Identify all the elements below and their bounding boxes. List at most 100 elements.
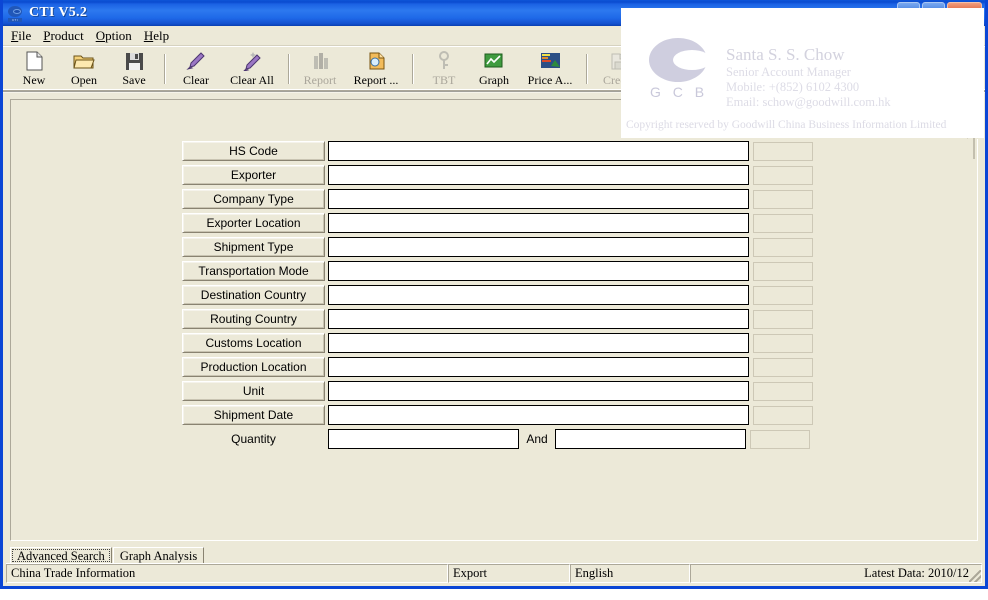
status-panel-trade-direction: Export: [448, 564, 570, 583]
field-input-exporter[interactable]: [328, 165, 749, 185]
toolbar-button-new[interactable]: New: [9, 47, 59, 91]
field-input-quantity-to[interactable]: [555, 429, 746, 449]
field-input-transportation-mode[interactable]: [328, 261, 749, 281]
window-title: CTI V5.2: [29, 5, 88, 20]
field-input-production-location[interactable]: [328, 357, 749, 377]
field-label-shipment-date[interactable]: Shipment Date: [182, 405, 325, 425]
contact-name: Santa S. S. Chow: [726, 45, 845, 64]
toolbar-label-report: Report: [303, 73, 337, 87]
price-chart-icon: [538, 50, 562, 72]
field-side-unit: [753, 381, 813, 401]
field-input-company-type[interactable]: [328, 189, 749, 209]
field-label-destination-country[interactable]: Destination Country: [182, 285, 325, 305]
pencil-sparkle-icon: [240, 50, 264, 72]
form-row-routing-country: Routing Country: [182, 307, 813, 331]
toolbar-button-open[interactable]: Open: [59, 47, 109, 91]
field-input-customs-location[interactable]: [328, 333, 749, 353]
toolbar-button-report[interactable]: Report: [295, 47, 345, 91]
field-side-company-type: [753, 189, 813, 209]
field-label-exporter[interactable]: Exporter: [182, 165, 325, 185]
field-side-hs-code: [753, 141, 813, 161]
menu-item-option[interactable]: Option: [94, 27, 142, 45]
field-side-shipment-type: [753, 237, 813, 257]
quantity-separator-label: And: [526, 432, 548, 446]
field-label-transportation-mode[interactable]: Transportation Mode: [182, 261, 325, 281]
toolbar-button-clear[interactable]: Clear: [171, 47, 221, 91]
contact-email: Email: schow@goodwill.com.hk: [726, 95, 891, 109]
tab-strip: Advanced Search Graph Analysis: [10, 547, 205, 564]
field-label-hs-code[interactable]: HS Code: [182, 141, 325, 161]
toolbar-separator-4: [586, 54, 588, 84]
tab-graph-analysis[interactable]: Graph Analysis: [112, 547, 205, 564]
contact-details: Santa S. S. Chow Senior Account Manager …: [726, 45, 891, 110]
toolbar-label-graph: Graph: [479, 73, 509, 87]
field-input-destination-country[interactable]: [328, 285, 749, 305]
toolbar-button-graph[interactable]: Graph: [469, 47, 519, 91]
form-row-shipment-type: Shipment Type: [182, 235, 813, 259]
toolbar-label-report-dots: Report ...: [353, 73, 399, 87]
status-panel-main: China Trade Information: [6, 564, 448, 583]
form-row-unit: Unit: [182, 379, 813, 403]
toolbar-separator-1: [164, 54, 166, 84]
toolbar-label-clear-all: Clear All: [230, 73, 274, 87]
toolbar-button-report-dots[interactable]: Report ...: [345, 47, 407, 91]
application-window: CTI CTI V5.2 _ □ ✕ File Product Option H…: [0, 0, 988, 589]
field-input-unit[interactable]: [328, 381, 749, 401]
graph-icon: [482, 50, 506, 72]
menu-item-help[interactable]: Help: [142, 27, 179, 45]
field-label-production-location[interactable]: Production Location: [182, 357, 325, 377]
field-side-shipment-date: [753, 405, 813, 425]
form-rows: HS Code Exporter Company Type Exporter L…: [182, 139, 813, 451]
status-panel-latest-data: Latest Data: 2010/12: [690, 564, 982, 583]
open-folder-icon: [72, 50, 96, 72]
field-input-routing-country[interactable]: [328, 309, 749, 329]
field-side-exporter-location: [753, 213, 813, 233]
field-side-quantity: [750, 429, 810, 449]
tab-advanced-search[interactable]: Advanced Search: [10, 547, 112, 564]
field-side-exporter: [753, 165, 813, 185]
field-side-customs-location: [753, 333, 813, 353]
form-row-company-type: Company Type: [182, 187, 813, 211]
toolbar-label-new: New: [22, 73, 46, 87]
menu-file-rest: ile: [18, 27, 32, 43]
field-input-shipment-date[interactable]: [328, 405, 749, 425]
menu-item-file[interactable]: File: [9, 27, 41, 45]
toolbar-button-clear-all[interactable]: Clear All: [221, 47, 283, 91]
menu-product-rest: roduct: [50, 27, 84, 43]
form-row-destination-country: Destination Country: [182, 283, 813, 307]
form-row-hs-code: HS Code: [182, 139, 813, 163]
menu-option-rest: ption: [105, 27, 132, 43]
status-bar: China Trade Information Export English L…: [6, 563, 982, 583]
toolbar-label-save: Save: [122, 73, 146, 87]
floppy-disk-icon: [122, 50, 146, 72]
field-label-company-type[interactable]: Company Type: [182, 189, 325, 209]
field-input-hs-code[interactable]: [328, 141, 749, 161]
field-label-customs-location[interactable]: Customs Location: [182, 333, 325, 353]
field-input-exporter-location[interactable]: [328, 213, 749, 233]
field-label-unit[interactable]: Unit: [182, 381, 325, 401]
menu-help-rest: elp: [153, 27, 170, 43]
field-input-quantity-from[interactable]: [328, 429, 519, 449]
field-label-shipment-type[interactable]: Shipment Type: [182, 237, 325, 257]
report-page-icon: [364, 50, 388, 72]
toolbar-button-price-analysis[interactable]: Price A...: [519, 47, 581, 91]
menu-option-accel: O: [95, 27, 106, 43]
pencil-icon: [184, 50, 208, 72]
field-side-routing-country: [753, 309, 813, 329]
resize-grip[interactable]: [969, 570, 981, 582]
toolbar-button-save[interactable]: Save: [109, 47, 159, 91]
form-row-quantity: Quantity And: [182, 427, 813, 451]
form-row-production-location: Production Location: [182, 355, 813, 379]
field-side-destination-country: [753, 285, 813, 305]
toolbar-button-tbt[interactable]: TBT: [419, 47, 469, 91]
toolbar-label-clear: Clear: [183, 73, 209, 87]
field-label-routing-country[interactable]: Routing Country: [182, 309, 325, 329]
field-label-exporter-location[interactable]: Exporter Location: [182, 213, 325, 233]
toolbar-separator-2: [288, 54, 290, 84]
menu-item-product[interactable]: Product: [41, 27, 93, 45]
field-input-shipment-type[interactable]: [328, 237, 749, 257]
contact-title: Senior Account Manager: [726, 65, 851, 79]
copyright-notice: Copyright reserved by Goodwill China Bus…: [626, 119, 947, 131]
client-area: HS Code Exporter Company Type Exporter L…: [3, 93, 985, 546]
advanced-search-form-panel: HS Code Exporter Company Type Exporter L…: [10, 99, 978, 541]
